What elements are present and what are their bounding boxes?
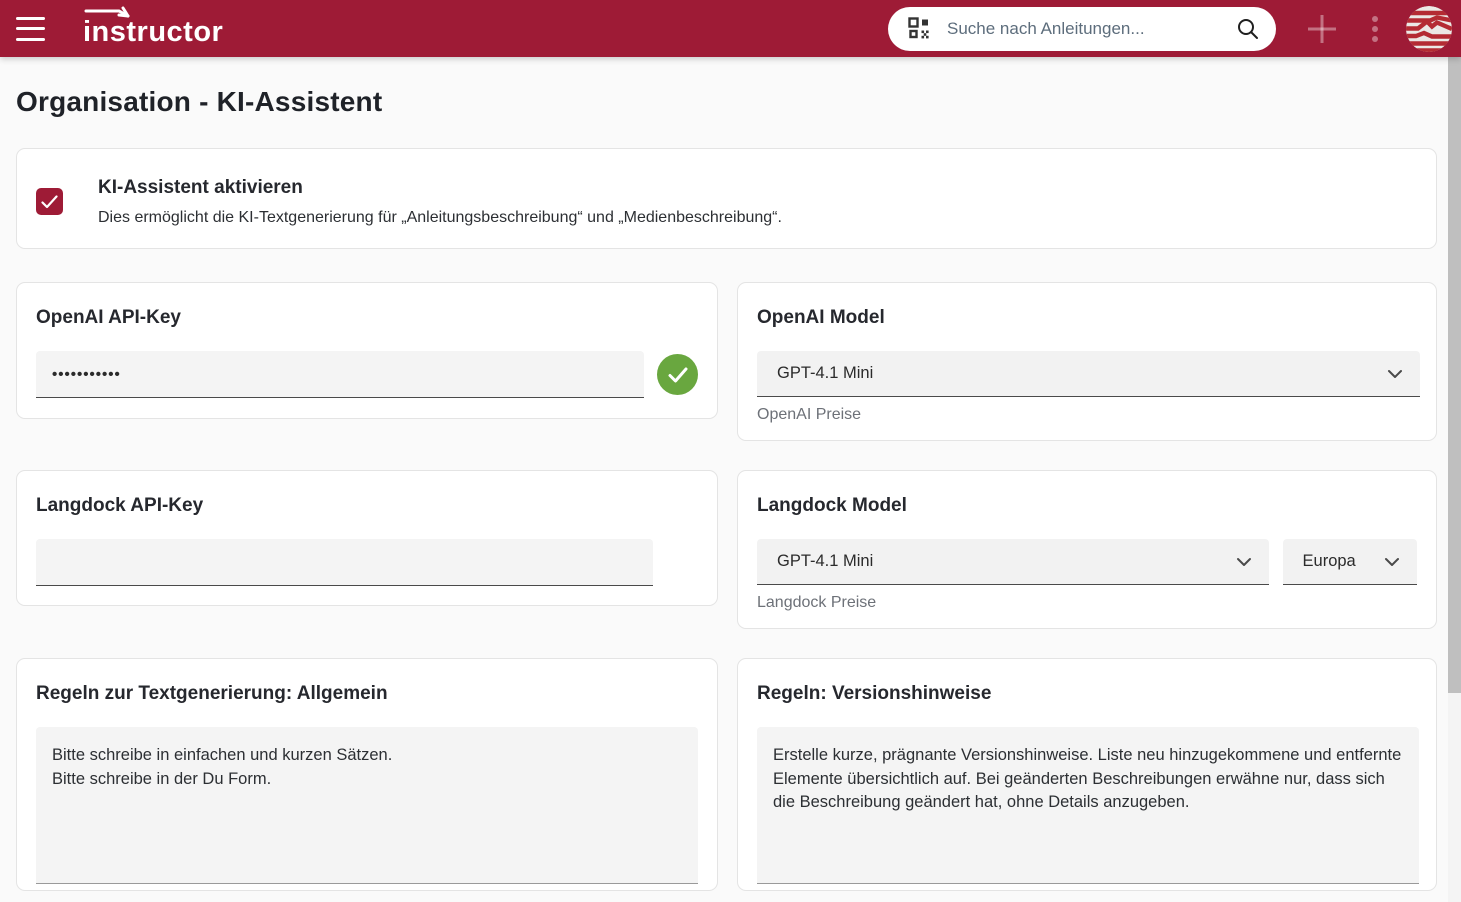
langdock-region-selected-value: Europa (1302, 552, 1356, 570)
assistant-toggle-description: Dies ermöglicht die KI-Textgenerierung f… (98, 209, 782, 226)
app-logo[interactable]: instructor (83, 6, 224, 48)
search-icon[interactable] (1236, 17, 1260, 41)
menu-icon[interactable] (16, 16, 46, 41)
langdock-api-key-input[interactable] (36, 539, 653, 586)
assistant-toggle-card: KI-Assistent aktivieren Dies ermöglicht … (16, 148, 1437, 249)
langdock-region-select[interactable]: Europa (1282, 539, 1417, 585)
openai-model-selected-value: GPT-4.1 Mini (777, 364, 874, 382)
main-content: Organisation - KI-Assistent KI-Assistent… (0, 86, 1461, 891)
search-input[interactable] (947, 18, 1236, 39)
openai-price-link[interactable]: OpenAI Preise (757, 406, 861, 424)
checkbox-check-icon (41, 194, 58, 208)
langdock-key-card: Langdock API-Key (16, 470, 718, 606)
logo-text: instructor (83, 16, 224, 48)
key-valid-check-icon (657, 354, 698, 395)
openai-key-card: OpenAI API-Key (16, 282, 718, 419)
add-icon[interactable] (1304, 11, 1340, 47)
openai-model-select[interactable]: GPT-4.1 Mini (757, 351, 1420, 397)
openai-key-title: OpenAI API-Key (36, 307, 181, 328)
page-title: Organisation - KI-Assistent (16, 86, 383, 117)
rules-general-title: Regeln zur Textgenerierung: Allgemein (36, 683, 388, 704)
rules-general-textarea[interactable]: Bitte schreibe in einfachen und kurzen S… (36, 727, 698, 884)
openai-model-card: OpenAI Model GPT-4.1 Mini OpenAI Preise (737, 282, 1437, 441)
more-options-icon[interactable] (1370, 11, 1380, 47)
assistant-toggle-title: KI-Assistent aktivieren (98, 177, 303, 198)
langdock-price-link[interactable]: Langdock Preise (757, 594, 876, 612)
qr-scan-icon[interactable] (908, 17, 931, 40)
logo-arrow-icon (84, 6, 130, 18)
openai-model-title: OpenAI Model (757, 307, 885, 328)
langdock-model-title: Langdock Model (757, 495, 907, 516)
rules-version-card: Regeln: Versionshinweise Erstelle kurze,… (737, 658, 1437, 891)
langdock-key-title: Langdock API-Key (36, 495, 204, 516)
rules-version-title: Regeln: Versionshinweise (757, 683, 992, 704)
scrollbar-track (1448, 57, 1461, 902)
ki-assistent-checkbox[interactable] (36, 188, 63, 215)
app-header: instructor (0, 0, 1461, 57)
chevron-down-icon (1236, 557, 1251, 566)
chevron-down-icon (1385, 557, 1399, 566)
openai-api-key-input[interactable] (36, 351, 644, 398)
langdock-model-card: Langdock Model GPT-4.1 Mini Europa Langd… (737, 470, 1437, 629)
langdock-model-selected-value: GPT-4.1 Mini (777, 552, 874, 570)
scrollbar-thumb[interactable] (1448, 57, 1461, 693)
avatar[interactable] (1406, 5, 1452, 52)
langdock-model-select[interactable]: GPT-4.1 Mini (757, 539, 1269, 585)
search-bar (888, 6, 1276, 51)
chevron-down-icon (1388, 369, 1402, 378)
rules-general-card: Regeln zur Textgenerierung: Allgemein Bi… (16, 658, 718, 891)
rules-version-textarea[interactable]: Erstelle kurze, prägnante Versionshinwei… (757, 727, 1419, 884)
